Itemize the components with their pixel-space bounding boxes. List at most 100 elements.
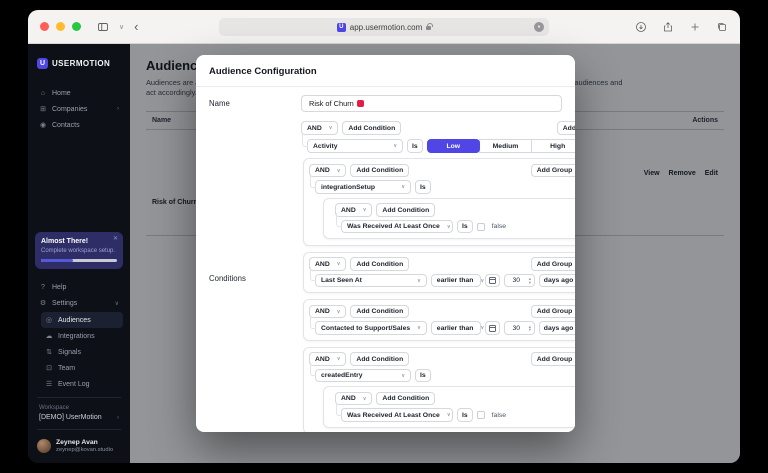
event-log-icon: ☰ xyxy=(45,380,53,388)
amount-value: 30 xyxy=(505,325,528,332)
chevron-down-icon: ∨ xyxy=(337,309,341,315)
operator-select[interactable]: earlier than∨ xyxy=(431,274,481,288)
sidebar-item-label: Team xyxy=(58,365,75,372)
audience-name-value: Risk of Churn xyxy=(309,99,354,108)
sidebar-item-event-log[interactable]: ☰ Event Log xyxy=(41,376,123,392)
condition-group: AND∨ Add Condition Add Group ⊖ createdEn… xyxy=(303,347,575,433)
add-group-button[interactable]: Add Group xyxy=(531,305,575,319)
level-option-high[interactable]: High xyxy=(531,139,575,153)
field-select[interactable]: Last Seen At∨ xyxy=(315,274,427,288)
sidebar-item-team[interactable]: ⊡ Team xyxy=(41,360,123,376)
sidebar-item-signals[interactable]: ⇅ Signals xyxy=(41,344,123,360)
sidebar-item-help[interactable]: ? Help xyxy=(35,279,123,295)
operator-chip: Is xyxy=(415,180,431,194)
field-select[interactable]: Was Received At Least Once∨ xyxy=(341,220,453,234)
gear-icon: ⚙ xyxy=(39,299,47,307)
field-select[interactable]: Was Received At Least Once∨ xyxy=(341,408,453,422)
level-option-low[interactable]: Low xyxy=(427,139,480,153)
lock-icon xyxy=(426,26,431,30)
sidebar-item-integrations[interactable]: ☁ Integrations xyxy=(41,328,123,344)
stepper-arrows-icon[interactable]: ▲▼ xyxy=(528,277,534,284)
condition-group: AND∨ Add Condition Add Group ⊖ Contacted… xyxy=(303,299,575,341)
promo-subtitle: Complete workspace setup. xyxy=(41,248,117,254)
sidebar-item-home[interactable]: ⌂ Home xyxy=(35,85,123,101)
home-icon: ⌂ xyxy=(39,90,47,97)
amount-value: 30 xyxy=(505,277,528,284)
zoom-window-button[interactable] xyxy=(72,22,81,31)
site-favicon: U xyxy=(337,23,346,32)
address-bar[interactable]: U app.usermotion.com ● xyxy=(219,18,549,36)
back-button[interactable]: ‹ xyxy=(134,20,138,33)
amount-stepper[interactable]: 30 ▲▼ xyxy=(504,321,535,335)
add-condition-button[interactable]: Add Condition xyxy=(376,392,435,406)
calendar-icon[interactable] xyxy=(485,274,500,288)
amount-stepper[interactable]: 30 ▲▼ xyxy=(504,274,535,288)
condition-group: AND∨ Add Condition Add Group ⊖ Last Seen… xyxy=(303,252,575,294)
avatar xyxy=(37,439,51,453)
activity-field-select[interactable]: Activity∨ xyxy=(307,139,403,153)
workspace-switcher[interactable]: [DEMO] UserMotion › xyxy=(35,413,123,424)
companies-icon: ⊞ xyxy=(39,105,47,113)
operator-chip: Is xyxy=(415,369,431,383)
tab-overview-icon[interactable] xyxy=(716,21,728,33)
share-icon[interactable] xyxy=(662,21,674,33)
sidebar-item-contacts[interactable]: ◉ Contacts xyxy=(35,117,123,133)
signals-icon: ⇅ xyxy=(45,348,53,356)
condition-builder: AND∨ Add Condition Add Group Activity∨ I… xyxy=(301,119,575,432)
minimize-window-button[interactable] xyxy=(56,22,65,31)
false-checkbox[interactable] xyxy=(477,411,485,419)
level-option-medium[interactable]: Medium xyxy=(479,139,532,153)
add-group-button[interactable]: Add Group xyxy=(531,257,575,271)
user-menu[interactable]: Zeynep Avan zeynep@kovan.studio xyxy=(35,435,123,455)
chevron-down-icon: ∨ xyxy=(480,325,484,331)
setup-promo-card: ✕ Almost There! Complete workspace setup… xyxy=(35,232,123,269)
extension-icon[interactable]: ● xyxy=(534,22,544,32)
chevron-down-icon: ∨ xyxy=(417,278,421,284)
sidebar-item-label: Audiences xyxy=(58,317,91,324)
close-icon[interactable]: ✕ xyxy=(113,235,118,242)
sidebar-item-label: Contacts xyxy=(52,122,80,129)
add-condition-button[interactable]: Add Condition xyxy=(342,121,401,135)
field-select[interactable]: integrationSetup∨ xyxy=(315,180,411,194)
sidebar-divider xyxy=(37,429,121,430)
team-icon: ⊡ xyxy=(45,364,53,372)
stepper-arrows-icon[interactable]: ▲▼ xyxy=(528,325,534,332)
sidebar-item-companies[interactable]: ⊞ Companies › xyxy=(35,101,123,117)
sidebar-toggle-icon[interactable] xyxy=(97,21,109,33)
brand-name: USERMOTION xyxy=(52,59,110,68)
field-select[interactable]: createdEntry∨ xyxy=(315,369,411,383)
add-group-button[interactable]: Add Group xyxy=(531,352,575,366)
downloads-icon[interactable] xyxy=(635,21,647,33)
audience-name-input[interactable]: Risk of Churn xyxy=(301,95,562,112)
add-condition-button[interactable]: Add Condition xyxy=(350,257,409,271)
operator-select[interactable]: earlier than∨ xyxy=(431,321,481,335)
workspace-name: [DEMO] UserMotion xyxy=(39,414,102,421)
close-window-button[interactable] xyxy=(40,22,49,31)
name-label: Name xyxy=(209,95,301,112)
false-checkbox[interactable] xyxy=(477,223,485,231)
add-condition-button[interactable]: Add Condition xyxy=(350,352,409,366)
chevron-right-icon: › xyxy=(117,415,119,421)
user-email: zeynep@kovan.studio xyxy=(56,447,113,453)
setup-progress-fill xyxy=(41,259,73,262)
nested-condition-group: AND∨ Add Condition Was Received At Least… xyxy=(323,386,575,428)
calendar-icon[interactable] xyxy=(485,321,500,335)
chevron-down-icon: ∨ xyxy=(337,356,341,362)
add-condition-button[interactable]: Add Condition xyxy=(350,305,409,319)
sidebar-chevron-icon[interactable]: ∨ xyxy=(119,23,124,31)
sidebar-item-settings[interactable]: ⚙ Settings ∨ xyxy=(35,295,123,311)
add-condition-button[interactable]: Add Condition xyxy=(350,164,409,178)
field-select[interactable]: Contacted to Support/Sales∨ xyxy=(315,321,427,335)
chevron-down-icon: ∨ xyxy=(337,261,341,267)
url-text: app.usermotion.com xyxy=(350,23,422,32)
new-tab-icon[interactable] xyxy=(689,21,701,33)
user-name: Zeynep Avan xyxy=(56,439,113,446)
chevron-down-icon: ∨ xyxy=(447,412,451,418)
add-condition-button[interactable]: Add Condition xyxy=(376,203,435,217)
chevron-down-icon: ∨ xyxy=(401,373,405,379)
sidebar-item-label: Event Log xyxy=(58,381,90,388)
sidebar-item-audiences[interactable]: ◎ Audiences xyxy=(41,312,123,328)
condition-group: AND∨ Add Condition Add Group ⊖ integrati… xyxy=(303,158,575,246)
add-group-button[interactable]: Add Group xyxy=(557,121,575,135)
add-group-button[interactable]: Add Group xyxy=(531,164,575,178)
